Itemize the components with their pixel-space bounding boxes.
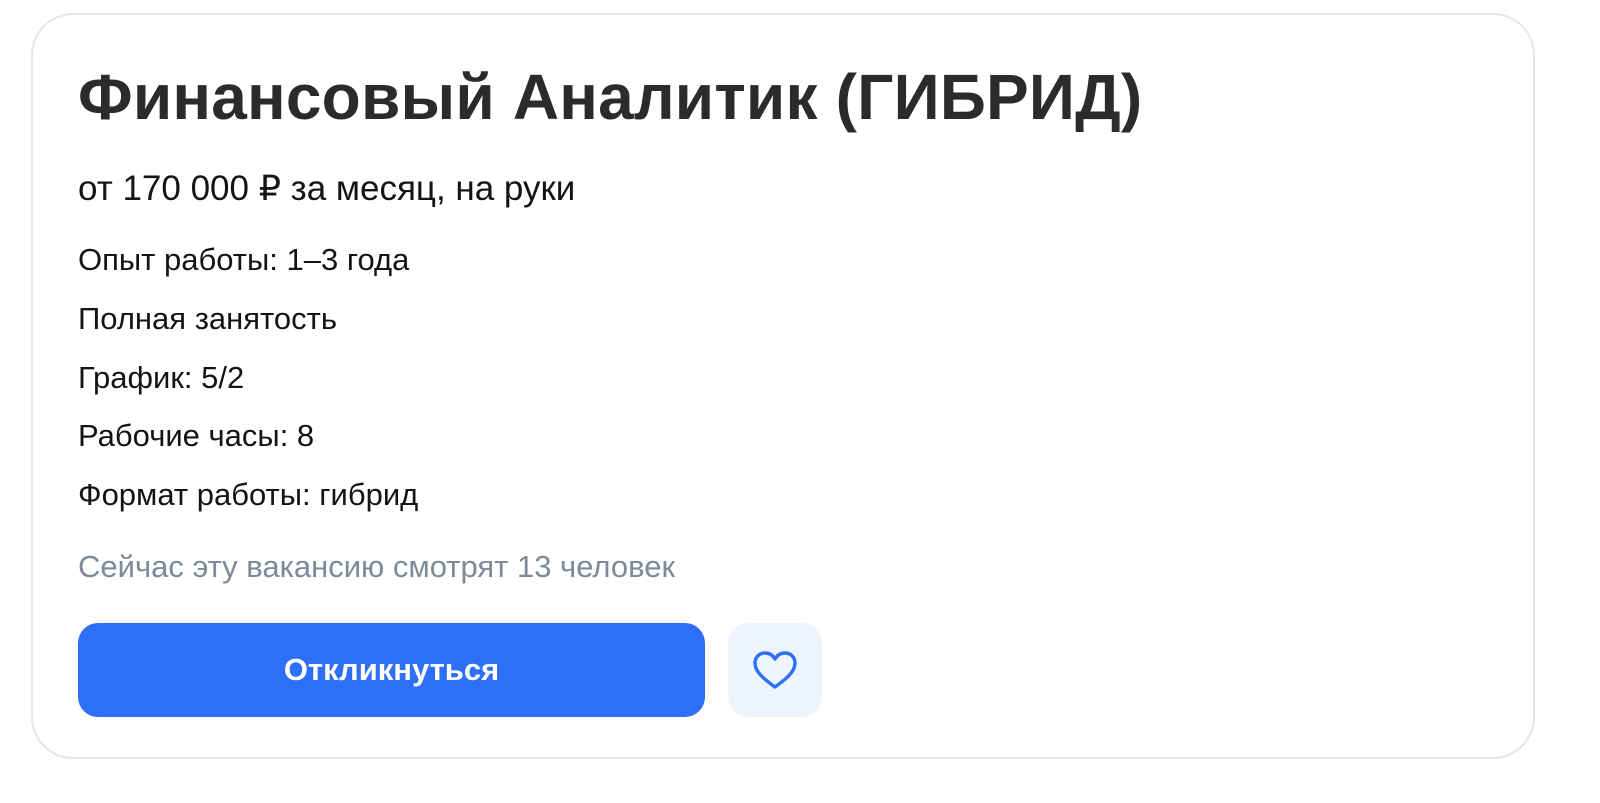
working-hours: Рабочие часы: 8 <box>78 418 315 453</box>
respond-button[interactable]: Откликнуться <box>78 623 705 717</box>
heart-icon <box>751 649 799 691</box>
vacancy-title: Финансовый Аналитик (ГИБРИД) <box>78 61 1143 133</box>
work-format: Формат работы: гибрид <box>78 477 419 512</box>
salary: от 170 000 ₽ за месяц, на руки <box>78 169 576 208</box>
viewers-count: Сейчас эту вакансию смотрят 13 человек <box>78 549 676 584</box>
schedule: График: 5/2 <box>78 360 245 395</box>
employment-type: Полная занятость <box>78 301 337 336</box>
experience: Опыт работы: 1–3 года <box>78 242 410 277</box>
vacancy-card: Финансовый Аналитик (ГИБРИД) от 170 000 … <box>31 13 1535 759</box>
favorite-button[interactable] <box>728 623 822 717</box>
